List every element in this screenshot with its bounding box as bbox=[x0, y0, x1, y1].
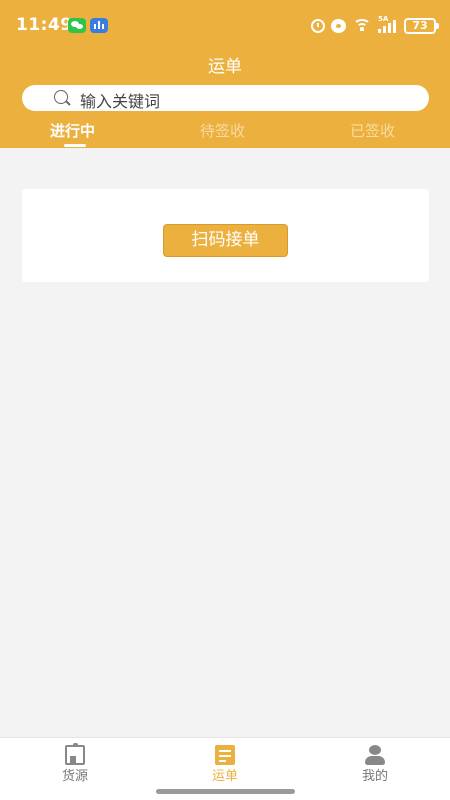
battery-icon: 73 bbox=[404, 18, 439, 34]
search-input[interactable]: 输入关键词 bbox=[22, 85, 429, 111]
wechat-icon bbox=[68, 18, 86, 33]
scan-order-button[interactable]: 扫码接单 bbox=[163, 224, 288, 257]
status-icons: 5A 73 bbox=[311, 15, 439, 35]
tab-signed[interactable]: 已签收 bbox=[350, 120, 395, 141]
goods-icon bbox=[65, 743, 85, 765]
waybill-icon bbox=[215, 745, 235, 765]
tab-indicator bbox=[64, 144, 86, 147]
tabbar-item-goods[interactable]: 货源 bbox=[30, 738, 120, 800]
message-icon bbox=[331, 19, 346, 33]
tab-pending-sign[interactable]: 待签收 bbox=[200, 120, 245, 141]
tabbar-label-mine: 我的 bbox=[361, 769, 388, 784]
signal-icon: 5A bbox=[378, 15, 398, 33]
tabbar-label-waybill: 运单 bbox=[211, 769, 238, 784]
search-icon bbox=[54, 90, 68, 104]
status-bar: 11:49 5A 73 bbox=[0, 0, 450, 52]
wifi-icon bbox=[352, 19, 372, 33]
status-time: 11:49 bbox=[16, 15, 73, 35]
home-indicator bbox=[156, 789, 295, 794]
search-placeholder: 输入关键词 bbox=[80, 92, 161, 111]
tabbar-label-goods: 货源 bbox=[61, 769, 88, 784]
voice-icon bbox=[90, 18, 108, 33]
page-title: 运单 bbox=[208, 57, 242, 77]
signal-label: 5A bbox=[378, 15, 389, 23]
alarm-icon bbox=[311, 19, 325, 33]
tab-in-progress[interactable]: 进行中 bbox=[50, 120, 95, 141]
tabbar-item-mine[interactable]: 我的 bbox=[330, 738, 420, 800]
profile-icon bbox=[365, 745, 385, 765]
